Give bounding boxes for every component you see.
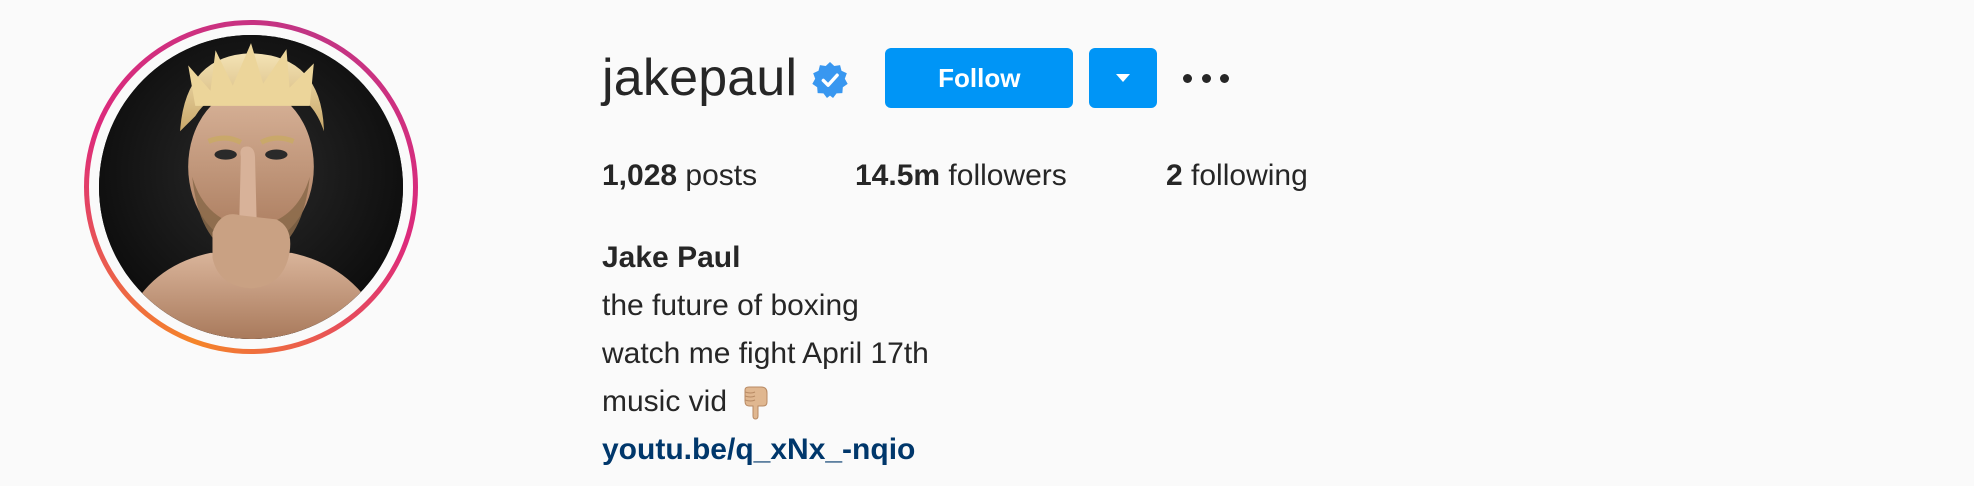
avatar[interactable] <box>99 35 403 339</box>
full-name: Jake Paul <box>602 241 741 274</box>
following-link[interactable]: 2 following <box>1166 156 1308 196</box>
ellipsis-dot-icon <box>1220 73 1230 83</box>
caret-down-icon <box>1116 74 1131 82</box>
username: jakepaul <box>602 49 798 107</box>
profile-header: jakepaul Follow 1,028 posts 14.5m follow… <box>0 0 1974 486</box>
story-ring[interactable] <box>84 20 418 354</box>
followers-number: 14.5m <box>855 159 941 192</box>
avatar-gap <box>89 25 413 349</box>
follow-button[interactable]: Follow <box>885 48 1074 108</box>
posts-label: posts <box>685 159 758 192</box>
following-label: following <box>1191 159 1308 192</box>
verified-badge-icon <box>812 61 848 99</box>
suggested-dropdown-button[interactable] <box>1089 48 1158 108</box>
title-row: jakepaul Follow <box>602 44 1230 112</box>
followers-link[interactable]: 14.5m followers <box>855 156 1067 196</box>
profile-bio: Jake Paul the future of boxing watch me … <box>602 234 929 474</box>
profile-photo-icon <box>99 35 403 339</box>
ellipsis-dot-icon <box>1183 73 1193 83</box>
pointing-down-icon <box>744 386 768 420</box>
bio-line-music: music vid <box>602 378 929 426</box>
bio-link[interactable]: youtu.be/q_xNx_-nqio <box>602 426 915 474</box>
posts-count: 1,028 posts <box>602 156 757 196</box>
more-options-button[interactable] <box>1183 55 1230 101</box>
bio-line-text: music vid <box>602 385 728 418</box>
bio-line: the future of boxing <box>602 289 859 322</box>
posts-number: 1,028 <box>602 159 678 192</box>
followers-label: followers <box>948 159 1067 192</box>
bio-line: watch me fight April 17th <box>602 337 929 370</box>
ellipsis-dot-icon <box>1201 73 1211 83</box>
following-number: 2 <box>1166 159 1183 192</box>
